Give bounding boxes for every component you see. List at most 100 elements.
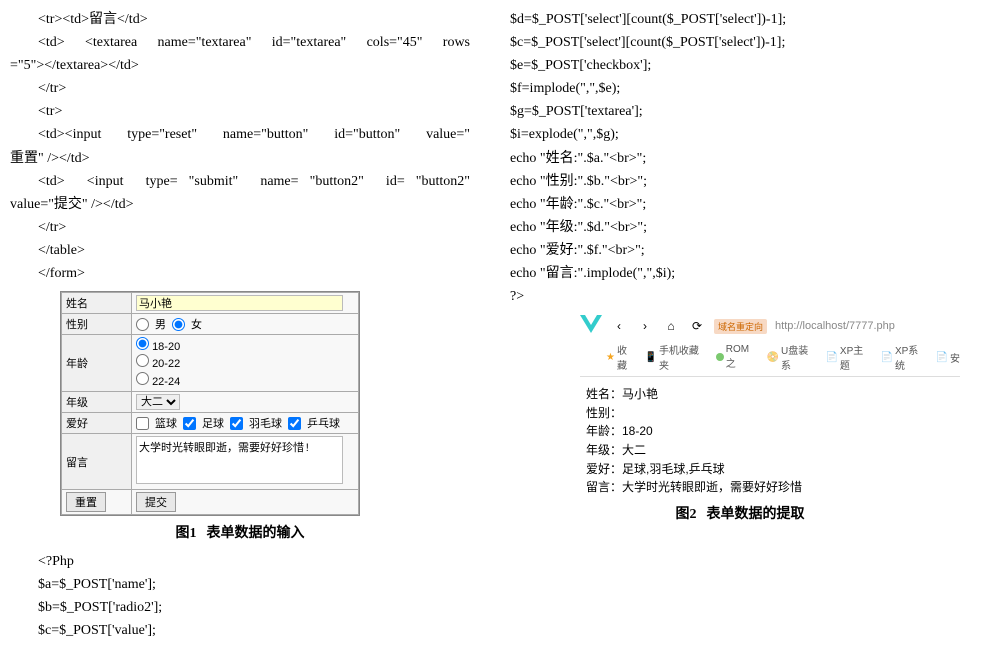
- reload-icon[interactable]: ⟳: [688, 317, 706, 335]
- code-line: $a=$_POST['name'];: [10, 573, 470, 596]
- output-line: 姓名：马小艳: [586, 385, 960, 404]
- bookmark-bar: ★收藏 📱手机收藏夹 ROM之 📀U盘装系 📄XP主题 📄XP系统 📄安: [580, 340, 960, 377]
- php-code-right: $d=$_POST['select'][count($_POST['select…: [510, 8, 970, 308]
- output-line: 性别：: [586, 404, 960, 423]
- label-age: 年龄: [62, 335, 132, 392]
- code-line: ="5"></textarea></td>: [10, 54, 470, 77]
- form-screenshot: 姓名 性别 男 女 年龄 18-20 20-22 22-24: [60, 291, 360, 516]
- hobby-1: 足球: [202, 415, 224, 431]
- bm-6: 安: [950, 350, 960, 365]
- grade-select[interactable]: 大二: [136, 394, 180, 410]
- bookmark-fav[interactable]: ★收藏: [606, 342, 636, 372]
- star-icon: ★: [606, 352, 615, 363]
- back-icon[interactable]: ‹: [610, 317, 628, 335]
- age-opt-1: 20-22: [152, 358, 180, 370]
- submit-button[interactable]: 提交: [136, 492, 176, 512]
- radio-female-label: 女: [191, 316, 202, 332]
- code-line: <td> <input type= "submit" name= "button…: [10, 170, 470, 193]
- code-line: echo "姓名:".$a."<br>";: [510, 147, 970, 170]
- php-code-left: <?Php$a=$_POST['name'];$b=$_POST['radio2…: [10, 550, 470, 642]
- figure-2-caption: 图2 表单数据的提取: [510, 503, 970, 523]
- code-line: echo "年级:".$d."<br>";: [510, 216, 970, 239]
- fig1-num: 图1: [176, 526, 197, 541]
- fig2-num: 图2: [676, 507, 697, 522]
- name-input[interactable]: [136, 295, 343, 311]
- check-hobby-0[interactable]: [136, 417, 149, 430]
- code-line: $d=$_POST['select'][count($_POST['select…: [510, 8, 970, 31]
- bookmark-rom[interactable]: ROM之: [716, 342, 759, 372]
- code-line: echo "留言:".implode(",",$i);: [510, 262, 970, 285]
- address-url[interactable]: http://localhost/7777.php: [775, 320, 895, 332]
- browser-logo-icon: [580, 315, 602, 337]
- output-line: 留言：大学时光转眼即逝，需要好好珍惜: [586, 478, 960, 497]
- radio-female[interactable]: [172, 318, 185, 331]
- code-line: </form>: [10, 262, 470, 285]
- fig2-title: 表单数据的提取: [707, 507, 805, 522]
- code-line: $e=$_POST['checkbox'];: [510, 54, 970, 77]
- home-icon[interactable]: ⌂: [662, 317, 680, 335]
- browser-screenshot: ‹ › ⌂ ⟳ 域名重定向 http://localhost/7777.php …: [580, 312, 960, 497]
- dot-icon: [716, 353, 724, 361]
- code-line: echo "年龄:".$c."<br>";: [510, 193, 970, 216]
- code-line: echo "爱好:".$f."<br>";: [510, 239, 970, 262]
- hobby-3: 乒乓球: [307, 415, 340, 431]
- bm-2: ROM之: [726, 344, 759, 370]
- code-line: <tr>: [10, 100, 470, 123]
- code-line: ?>: [510, 285, 970, 308]
- code-line: $i=explode(",",$g);: [510, 123, 970, 146]
- label-hobby: 爱好: [62, 413, 132, 434]
- code-line: 重置" /></td>: [10, 147, 470, 170]
- code-line: $c=$_POST['select'][count($_POST['select…: [510, 31, 970, 54]
- left-column: <tr><td>留言</td><td> <textarea name="text…: [0, 0, 480, 650]
- hobby-0: 篮球: [155, 415, 177, 431]
- check-hobby-2[interactable]: [230, 417, 243, 430]
- code-line: $c=$_POST['value'];: [10, 619, 470, 642]
- code-line: </table>: [10, 239, 470, 262]
- radio-age-2[interactable]: [136, 372, 149, 385]
- code-line: </tr>: [10, 216, 470, 239]
- code-line: value="提交" /></td>: [10, 193, 470, 216]
- html-code-block: <tr><td>留言</td><td> <textarea name="text…: [10, 8, 470, 285]
- output-line: 年龄：18-20: [586, 422, 960, 441]
- msg-textarea[interactable]: [136, 436, 343, 484]
- right-column: $d=$_POST['select'][count($_POST['select…: [500, 0, 980, 539]
- code-line: echo "性别:".$b."<br>";: [510, 170, 970, 193]
- bookmark-xptheme[interactable]: 📄XP主题: [825, 342, 872, 372]
- code-line: <?Php: [10, 550, 470, 573]
- bm-3: U盘装系: [781, 342, 817, 372]
- check-hobby-3[interactable]: [288, 417, 301, 430]
- browser-toolbar: ‹ › ⌂ ⟳ 域名重定向 http://localhost/7777.php: [580, 312, 960, 340]
- bookmark-mobile[interactable]: 📱手机收藏夹: [644, 342, 707, 372]
- code-line: <td> <textarea name="textarea" id="texta…: [10, 31, 470, 54]
- output-line: 爱好：足球,羽毛球,乒乓球: [586, 460, 960, 479]
- code-line: $g=$_POST['textarea'];: [510, 100, 970, 123]
- address-badge: 域名重定向: [714, 319, 767, 334]
- output-line: 年级：大二: [586, 441, 960, 460]
- code-line: <tr><td>留言</td>: [10, 8, 470, 31]
- bm-0: 收藏: [617, 342, 637, 372]
- label-name: 姓名: [62, 293, 132, 314]
- bookmark-udisk[interactable]: 📀U盘装系: [767, 342, 818, 372]
- bookmark-an[interactable]: 📄安: [936, 342, 960, 372]
- code-line: $f=implode(",",$e);: [510, 77, 970, 100]
- code-line: </tr>: [10, 77, 470, 100]
- reset-button[interactable]: 重置: [66, 492, 106, 512]
- radio-male[interactable]: [136, 318, 149, 331]
- label-msg: 留言: [62, 434, 132, 490]
- label-sex: 性别: [62, 314, 132, 335]
- bm-4: XP主题: [840, 342, 873, 372]
- label-grade: 年级: [62, 392, 132, 413]
- radio-age-0[interactable]: [136, 337, 149, 350]
- bookmark-xpsys[interactable]: 📄XP系统: [881, 342, 928, 372]
- bm-1: 手机收藏夹: [659, 342, 708, 372]
- bm-5: XP系统: [895, 342, 928, 372]
- radio-age-1[interactable]: [136, 354, 149, 367]
- age-opt-0: 18-20: [152, 341, 180, 353]
- code-line: <td><input type="reset" name="button" id…: [10, 123, 470, 146]
- hobby-2: 羽毛球: [249, 415, 282, 431]
- check-hobby-1[interactable]: [183, 417, 196, 430]
- fig1-title: 表单数据的输入: [207, 526, 305, 541]
- php-output: 姓名：马小艳性别：年龄：18-20年级：大二爱好：足球,羽毛球,乒乓球留言：大学…: [580, 377, 960, 497]
- radio-male-label: 男: [155, 316, 166, 332]
- forward-icon[interactable]: ›: [636, 317, 654, 335]
